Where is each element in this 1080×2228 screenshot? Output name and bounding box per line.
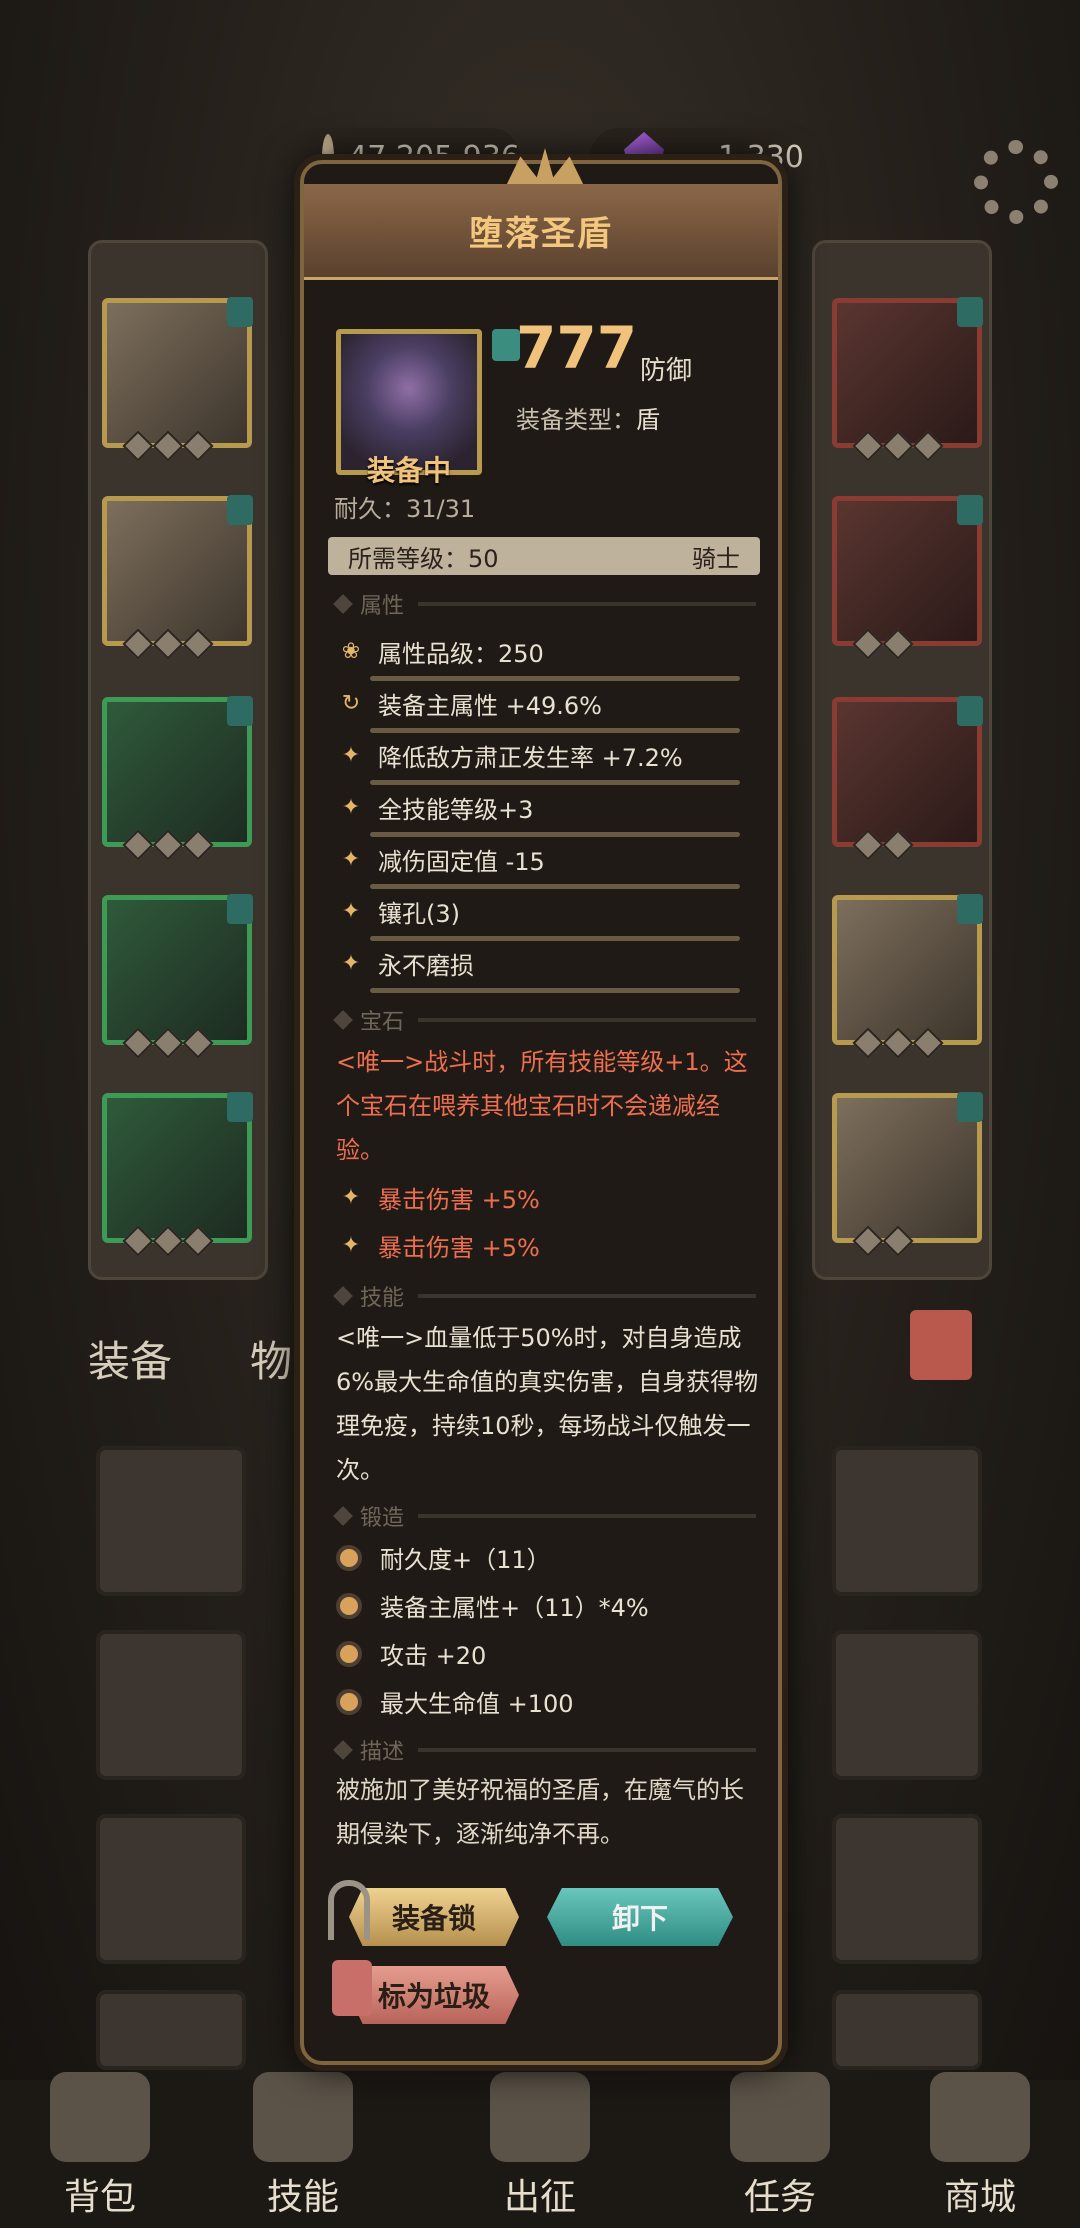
star-icon: ✦ xyxy=(341,847,361,872)
star-icon: ✦ xyxy=(341,951,361,976)
defense-value: 777 xyxy=(516,314,638,382)
attr-row: ✦ 全技能等级+3 xyxy=(336,790,756,825)
equip-type: 装备类型：盾 xyxy=(516,406,660,434)
bag-cell[interactable] xyxy=(832,1630,982,1780)
forge-dot-icon xyxy=(336,1688,362,1715)
tasks-icon xyxy=(730,2072,830,2162)
attr-row: ✦ 降低敌方肃正发生率 +7.2% xyxy=(336,738,756,773)
trash-icon[interactable] xyxy=(910,1310,972,1380)
slot-boots[interactable] xyxy=(102,1092,253,1257)
star-icon: ✦ xyxy=(341,1185,361,1210)
refresh-icon: ↻ xyxy=(341,691,361,716)
slot-weapon[interactable] xyxy=(832,894,983,1059)
bag-cell[interactable] xyxy=(96,1814,246,1964)
bottom-nav: 背包 技能 出征 任务 商城 xyxy=(0,2072,1080,2228)
star-icon: ✦ xyxy=(341,1233,361,1258)
bag-cell[interactable] xyxy=(832,1990,982,2070)
skills-icon xyxy=(253,2072,353,2162)
nav-tasks[interactable]: 任务 xyxy=(705,2072,855,2220)
slot-accessory[interactable] xyxy=(832,696,983,861)
mark-junk-button[interactable]: 标为垃圾 xyxy=(349,1966,519,2024)
durability: 耐久：31/31 xyxy=(334,495,476,523)
section-forge: 锻造 xyxy=(336,1500,756,1532)
forge-row: 装备主属性+（11）*4% xyxy=(336,1588,756,1623)
slot-helmet[interactable] xyxy=(102,297,253,462)
bag-cell[interactable] xyxy=(832,1814,982,1964)
equipped-status: 装备中 xyxy=(366,454,451,487)
nav-skills[interactable]: 技能 xyxy=(228,2072,378,2220)
bag-cell[interactable] xyxy=(832,1446,982,1596)
defense-label: 防御 xyxy=(640,356,693,386)
forge-row: 最大生命值 +100 xyxy=(336,1684,756,1719)
attr-grade: ❀ 属性品级：250 xyxy=(336,634,756,669)
gem-attr: ✦ 暴击伤害 +5% xyxy=(336,1180,756,1215)
star-icon: ✦ xyxy=(341,743,361,768)
settings-gear-icon[interactable] xyxy=(974,140,1058,224)
section-skill: 技能 xyxy=(336,1280,756,1312)
junk-trash-icon xyxy=(332,1960,372,2016)
gem-description: <唯一>战斗时，所有技能等级+1。这个宝石在喂养其他宝石时不会递减经验。 xyxy=(336,1048,748,1164)
attr-row: ✦ 镶孔(3) xyxy=(336,894,756,929)
star-icon: ✦ xyxy=(341,899,361,924)
nav-expedition[interactable]: 出征 xyxy=(465,2072,615,2220)
bag-cell[interactable] xyxy=(96,1990,246,2070)
star-icon: ✦ xyxy=(341,795,361,820)
slot-pants[interactable] xyxy=(102,894,253,1059)
equip-lock-button[interactable]: 装备锁 xyxy=(349,1888,519,1946)
bag-cell[interactable] xyxy=(96,1630,246,1780)
section-attributes: 属性 xyxy=(336,588,756,620)
nav-backpack[interactable]: 背包 xyxy=(25,2072,175,2220)
section-gem: 宝石 xyxy=(336,1004,756,1036)
nav-shop[interactable]: 商城 xyxy=(905,2072,1055,2220)
backpack-icon xyxy=(50,2072,150,2162)
expedition-icon xyxy=(490,2072,590,2162)
item-title: 堕落圣盾 xyxy=(304,184,778,280)
attr-row: ↻ 装备主属性 +49.6% xyxy=(336,686,756,721)
forge-dot-icon xyxy=(336,1592,362,1619)
required-level: 所需等级：50 xyxy=(348,544,499,573)
required-class: 骑士 xyxy=(692,544,740,573)
forge-row: 耐久度+（11） xyxy=(336,1540,756,1575)
slot-necklace[interactable] xyxy=(832,297,983,462)
shop-icon xyxy=(930,2072,1030,2162)
attr-row: ✦ 减伤固定值 -15 xyxy=(336,842,756,877)
lock-icon xyxy=(328,1880,370,1940)
slot-ring[interactable] xyxy=(832,495,983,660)
lotus-icon: ❀ xyxy=(341,639,361,664)
slot-gloves[interactable] xyxy=(102,696,253,861)
unequip-button[interactable]: 卸下 xyxy=(547,1888,733,1946)
slot-shield[interactable] xyxy=(832,1092,983,1257)
item-detail-dialog: 堕落圣盾 装备中 777 防御 装备类型：盾 耐久：31/31 所需等级：50 … xyxy=(300,148,782,2065)
requirement-bar: 所需等级：50 骑士 xyxy=(328,537,760,575)
section-description: 描述 xyxy=(336,1734,756,1766)
forge-dot-icon xyxy=(336,1544,362,1571)
skill-description: <唯一>血量低于50%时，对自身造成6%最大生命值的真实伤害，自身获得物理免疫，… xyxy=(336,1324,759,1484)
bag-cell[interactable] xyxy=(96,1446,246,1596)
tab-equip[interactable]: 装备 xyxy=(88,1328,172,1389)
slot-armor[interactable] xyxy=(102,495,253,660)
forge-dot-icon xyxy=(336,1640,362,1667)
gem-attr: ✦ 暴击伤害 +5% xyxy=(336,1228,756,1263)
attr-row: ✦ 永不磨损 xyxy=(336,946,756,981)
forge-row: 攻击 +20 xyxy=(336,1636,756,1671)
item-description: 被施加了美好祝福的圣盾，在魔气的长期侵染下，逐渐纯净不再。 xyxy=(336,1776,744,1848)
